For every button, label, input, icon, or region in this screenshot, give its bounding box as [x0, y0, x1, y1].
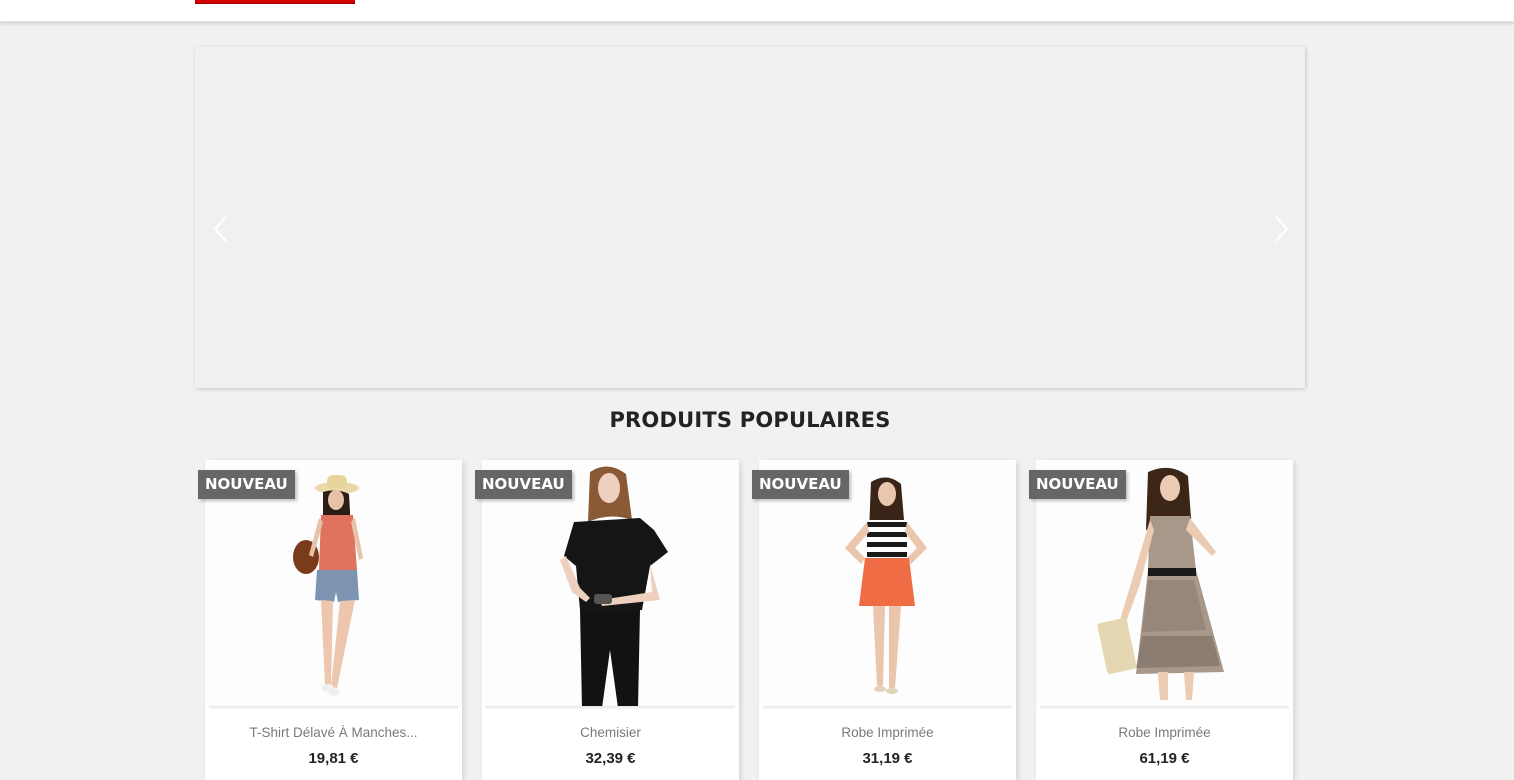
new-badge[interactable]: NOUVEAU	[1029, 470, 1126, 499]
card-separator	[209, 706, 458, 710]
new-badge[interactable]: NOUVEAU	[475, 470, 572, 499]
chevron-left-icon	[213, 216, 227, 242]
product-card[interactable]: NOUVEAU Robe Imprimée 31,19 €	[752, 460, 1016, 780]
new-badge[interactable]: NOUVEAU	[752, 470, 849, 499]
image-slider	[195, 47, 1305, 388]
site-header	[0, 0, 1514, 22]
card-separator	[763, 706, 1012, 710]
slider-prev-button[interactable]	[208, 212, 232, 246]
product-name[interactable]: Robe Imprimée	[1036, 725, 1293, 740]
product-card[interactable]: NOUVEAU Chemisier 32,39 €	[475, 460, 739, 780]
product-name[interactable]: Chemisier	[482, 725, 739, 740]
product-card[interactable]: NOUVEAU T-Shirt Délavé À Manches... 19,8…	[198, 460, 462, 780]
new-badge[interactable]: NOUVEAU	[198, 470, 295, 499]
card-separator	[1040, 706, 1289, 710]
product-price: 31,19 €	[862, 750, 913, 767]
site-logo[interactable]	[195, 0, 355, 4]
chevron-right-icon	[1275, 216, 1289, 242]
product-price: 32,39 €	[585, 750, 636, 767]
section-title: PRODUITS POPULAIRES	[609, 408, 891, 432]
slider-next-button[interactable]	[1270, 212, 1294, 246]
product-card[interactable]: NOUVEAU Robe Imprimée 61,19 €	[1029, 460, 1293, 780]
product-name[interactable]: Robe Imprimée	[759, 725, 1016, 740]
product-name[interactable]: T-Shirt Délavé À Manches...	[205, 725, 462, 740]
product-price: 61,19 €	[1139, 750, 1190, 767]
product-price: 19,81 €	[308, 750, 359, 767]
card-separator	[486, 706, 735, 710]
